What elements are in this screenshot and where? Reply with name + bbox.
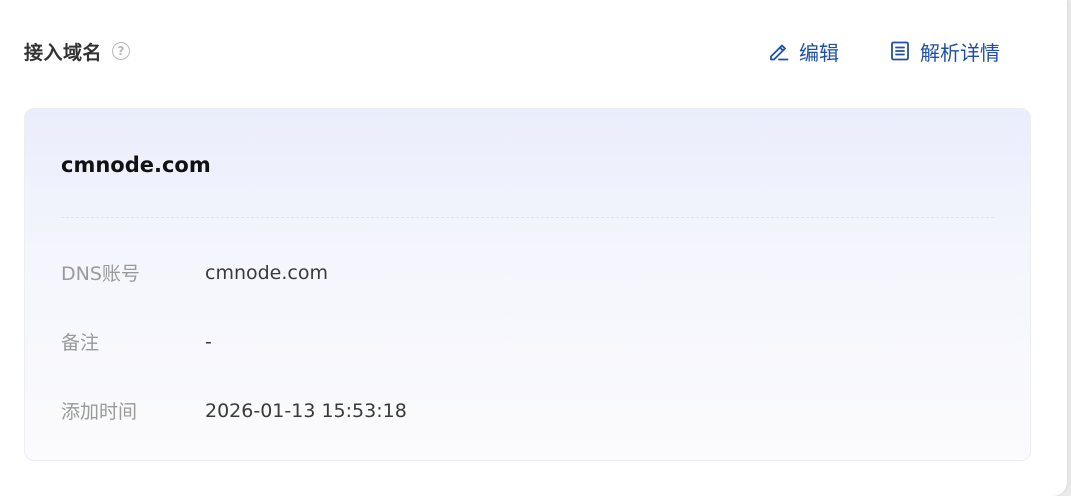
list-document-icon [889, 40, 911, 62]
edit-button-label: 编辑 [799, 40, 839, 65]
edit-pencil-icon [768, 40, 790, 62]
field-label: DNS账号 [61, 263, 140, 285]
section-header: 接入域名 ? [24, 36, 131, 66]
field-row-added-time: 添加时间 2026-01-13 15:53:18 [61, 397, 407, 424]
field-value: - [205, 330, 212, 353]
domain-panel: 接入域名 ? 编辑 解析详情 cmnode.com DNS账号 cmnode.c… [0, 0, 1067, 496]
action-bar: 编辑 解析详情 [768, 36, 1000, 66]
dns-details-label: 解析详情 [920, 40, 1000, 65]
edit-button[interactable]: 编辑 [768, 37, 839, 66]
dns-details-button[interactable]: 解析详情 [889, 37, 1000, 66]
field-value: 2026-01-13 15:53:18 [205, 399, 407, 422]
domain-card: cmnode.com DNS账号 cmnode.com 备注 - 添加时间 20… [24, 108, 1031, 461]
card-divider [61, 217, 994, 218]
field-value: cmnode.com [205, 261, 328, 284]
question-circle-icon[interactable]: ? [112, 42, 131, 60]
field-label: 添加时间 [61, 401, 138, 423]
section-title: 接入域名 [24, 41, 103, 64]
field-label: 备注 [61, 332, 100, 354]
domain-name: cmnode.com [61, 153, 211, 177]
field-row-remark: 备注 - [61, 328, 212, 355]
field-row-dns-account: DNS账号 cmnode.com [61, 259, 328, 286]
